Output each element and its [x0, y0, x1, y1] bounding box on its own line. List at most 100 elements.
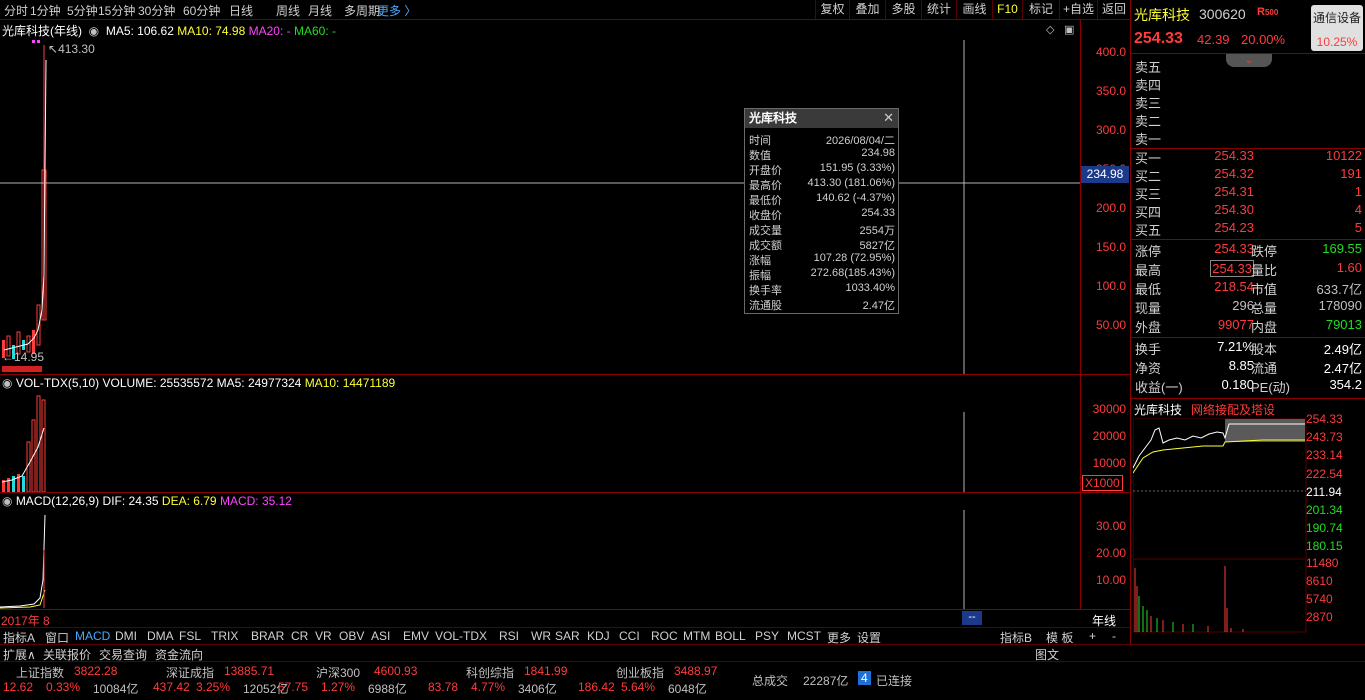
- industry-button[interactable]: 通信设备 10.25%: [1311, 5, 1363, 51]
- diamond-icon[interactable]: ◇: [1046, 23, 1054, 36]
- indicator-tab-15[interactable]: WR: [531, 629, 551, 643]
- chart-area[interactable]: 光库科技(年线) ◉ MA5: 106.62 MA10: 74.98 MA20:…: [0, 20, 1130, 628]
- macd-toggle-icon[interactable]: ◉: [2, 494, 16, 508]
- mini-price-tick: 222.54: [1306, 466, 1343, 481]
- indicator-tab-7[interactable]: BRAR: [251, 629, 284, 643]
- stat-row: 现量 296 总量 178090: [1131, 298, 1365, 317]
- indicator-tab-6[interactable]: TRIX: [211, 629, 238, 643]
- stat-value: 169.55: [1322, 241, 1362, 256]
- close-icon[interactable]: ✕: [883, 110, 894, 126]
- toolbar-button-7[interactable]: +自选: [1059, 0, 1097, 19]
- indicator-tab-4[interactable]: DMA: [147, 629, 174, 643]
- index-name[interactable]: 上证指数: [16, 664, 64, 681]
- indicator-tab-17[interactable]: KDJ: [587, 629, 610, 643]
- bid-row: 买三 254.31 1: [1131, 184, 1365, 203]
- tab-period-10[interactable]: 更多 〉: [377, 2, 416, 19]
- industry-name: 通信设备: [1312, 11, 1361, 25]
- tab-period-2[interactable]: 5分钟: [67, 2, 98, 19]
- right-tab-2[interactable]: +: [1089, 629, 1096, 643]
- tab-period-0[interactable]: 分时: [4, 2, 28, 19]
- bid-price: 254.23: [1214, 220, 1254, 235]
- ask-label: 卖五: [1135, 60, 1162, 75]
- index-value: 1841.99: [524, 664, 568, 678]
- vol-toggle-icon[interactable]: ◉: [2, 376, 16, 390]
- divider: [1131, 53, 1365, 54]
- tooltip-value: 2554万: [859, 225, 895, 237]
- toolbar-button-0[interactable]: 复权: [815, 0, 849, 19]
- index-amount: 10084亿: [93, 682, 139, 696]
- tooltip-key: 涨幅: [749, 255, 771, 267]
- bid-row: 买二 254.32 191: [1131, 166, 1365, 185]
- tab-period-3[interactable]: 15分钟: [98, 2, 135, 19]
- connection-status[interactable]: 已连接: [876, 672, 912, 689]
- tooltip-value: 140.62 (-4.37%): [816, 192, 895, 204]
- tooltip-key: 最低价: [749, 195, 782, 207]
- tab-period-7[interactable]: 周线: [276, 2, 300, 19]
- toolbar-button-2[interactable]: 多股: [885, 0, 921, 19]
- indicator-tab-13[interactable]: VOL-TDX: [435, 629, 487, 643]
- mini-chart-concept[interactable]: 网络接配及塔设: [1191, 401, 1275, 418]
- index-name[interactable]: 沪深300: [316, 664, 360, 681]
- indicator-tab-22[interactable]: PSY: [755, 629, 779, 643]
- stat-label: 跌停: [1251, 244, 1278, 259]
- macd-legend: ◉ MACD(12,26,9) DIF: 24.35 DEA: 6.79 MAC…: [2, 494, 292, 508]
- toolbar-button-8[interactable]: 返回: [1097, 0, 1130, 19]
- tooltip-row: 时间 2026/08/04/二: [745, 132, 898, 147]
- indicator-tab-9[interactable]: VR: [315, 629, 332, 643]
- tooltip-row: 最高价 413.30 (181.06%): [745, 177, 898, 192]
- legend-toggle-icon[interactable]: ◉: [85, 24, 102, 38]
- ask-row: 卖三: [1131, 93, 1365, 112]
- stat-value: 2.49亿: [1323, 342, 1362, 357]
- toolbar-button-3[interactable]: 统计: [921, 0, 956, 19]
- tab-period-8[interactable]: 月线: [308, 2, 332, 19]
- mini-price-tick: 233.14: [1306, 448, 1343, 463]
- ask-row: 卖五: [1131, 57, 1365, 76]
- indicator-tab-21[interactable]: BOLL: [715, 629, 746, 643]
- indicator-tab-11[interactable]: ASI: [371, 629, 390, 643]
- tooltip-row: 最低价 140.62 (-4.37%): [745, 192, 898, 207]
- tab-period-1[interactable]: 1分钟: [30, 2, 61, 19]
- toolbar-button-1[interactable]: 叠加: [849, 0, 885, 19]
- indicator-tab-14[interactable]: RSI: [499, 629, 519, 643]
- indicator-tab-19[interactable]: ROC: [651, 629, 678, 643]
- y-tick-label: 200.0: [1095, 201, 1126, 215]
- toolbar-button-4[interactable]: 画线: [956, 0, 992, 19]
- stat-row: 最高 254.33 量比 1.60: [1131, 260, 1365, 279]
- bid-volume: 4: [1354, 202, 1362, 217]
- divider: [1131, 398, 1365, 399]
- tooltip-value: 272.68(185.43%): [810, 267, 895, 279]
- indicator-tab-20[interactable]: MTM: [683, 629, 710, 643]
- mini-price-tick: 190.74: [1306, 521, 1343, 536]
- indicator-tab-2[interactable]: MACD: [75, 629, 110, 643]
- right-tab-3[interactable]: -: [1112, 629, 1116, 643]
- window-toggle-icon[interactable]: ▣: [1064, 23, 1074, 36]
- indicator-tab-18[interactable]: CCI: [619, 629, 640, 643]
- toolbar-button-5[interactable]: F10: [992, 0, 1022, 19]
- tooltip-value: 107.28 (72.95%): [813, 252, 895, 264]
- indicator-tab-8[interactable]: CR: [291, 629, 308, 643]
- index-name[interactable]: 科创综指: [466, 664, 514, 681]
- tab-period-6[interactable]: 日线: [229, 2, 253, 19]
- indicator-tab-16[interactable]: SAR: [555, 629, 580, 643]
- tab-period-4[interactable]: 30分钟: [138, 2, 175, 19]
- indicator-tab-3[interactable]: DMI: [115, 629, 137, 643]
- index-change: 12.62: [3, 680, 34, 694]
- stat-value: 178090: [1318, 298, 1362, 313]
- y-tick-label: 20000: [1092, 429, 1126, 443]
- tab-period-5[interactable]: 60分钟: [183, 2, 220, 19]
- index-name[interactable]: 创业板指: [616, 664, 664, 681]
- indicator-tab-10[interactable]: OBV: [339, 629, 364, 643]
- tab-period-9[interactable]: 多周期: [344, 2, 380, 19]
- indicator-tab-12[interactable]: EMV: [403, 629, 429, 643]
- stat-value: 254.33: [1210, 260, 1254, 277]
- indicator-tab-23[interactable]: MCST: [787, 629, 821, 643]
- bid-label: 买三: [1135, 187, 1162, 202]
- ask-label: 卖二: [1135, 114, 1162, 129]
- ma60-value: MA60: -: [293, 24, 336, 38]
- indicator-tab-5[interactable]: FSL: [179, 629, 201, 643]
- bid-label: 买四: [1135, 205, 1162, 220]
- y-tick-label: 400.0: [1095, 45, 1126, 59]
- index-name[interactable]: 深证成指: [166, 664, 214, 681]
- toolbar-button-6[interactable]: 标记: [1022, 0, 1059, 19]
- y-tick-label: 150.0: [1095, 240, 1126, 254]
